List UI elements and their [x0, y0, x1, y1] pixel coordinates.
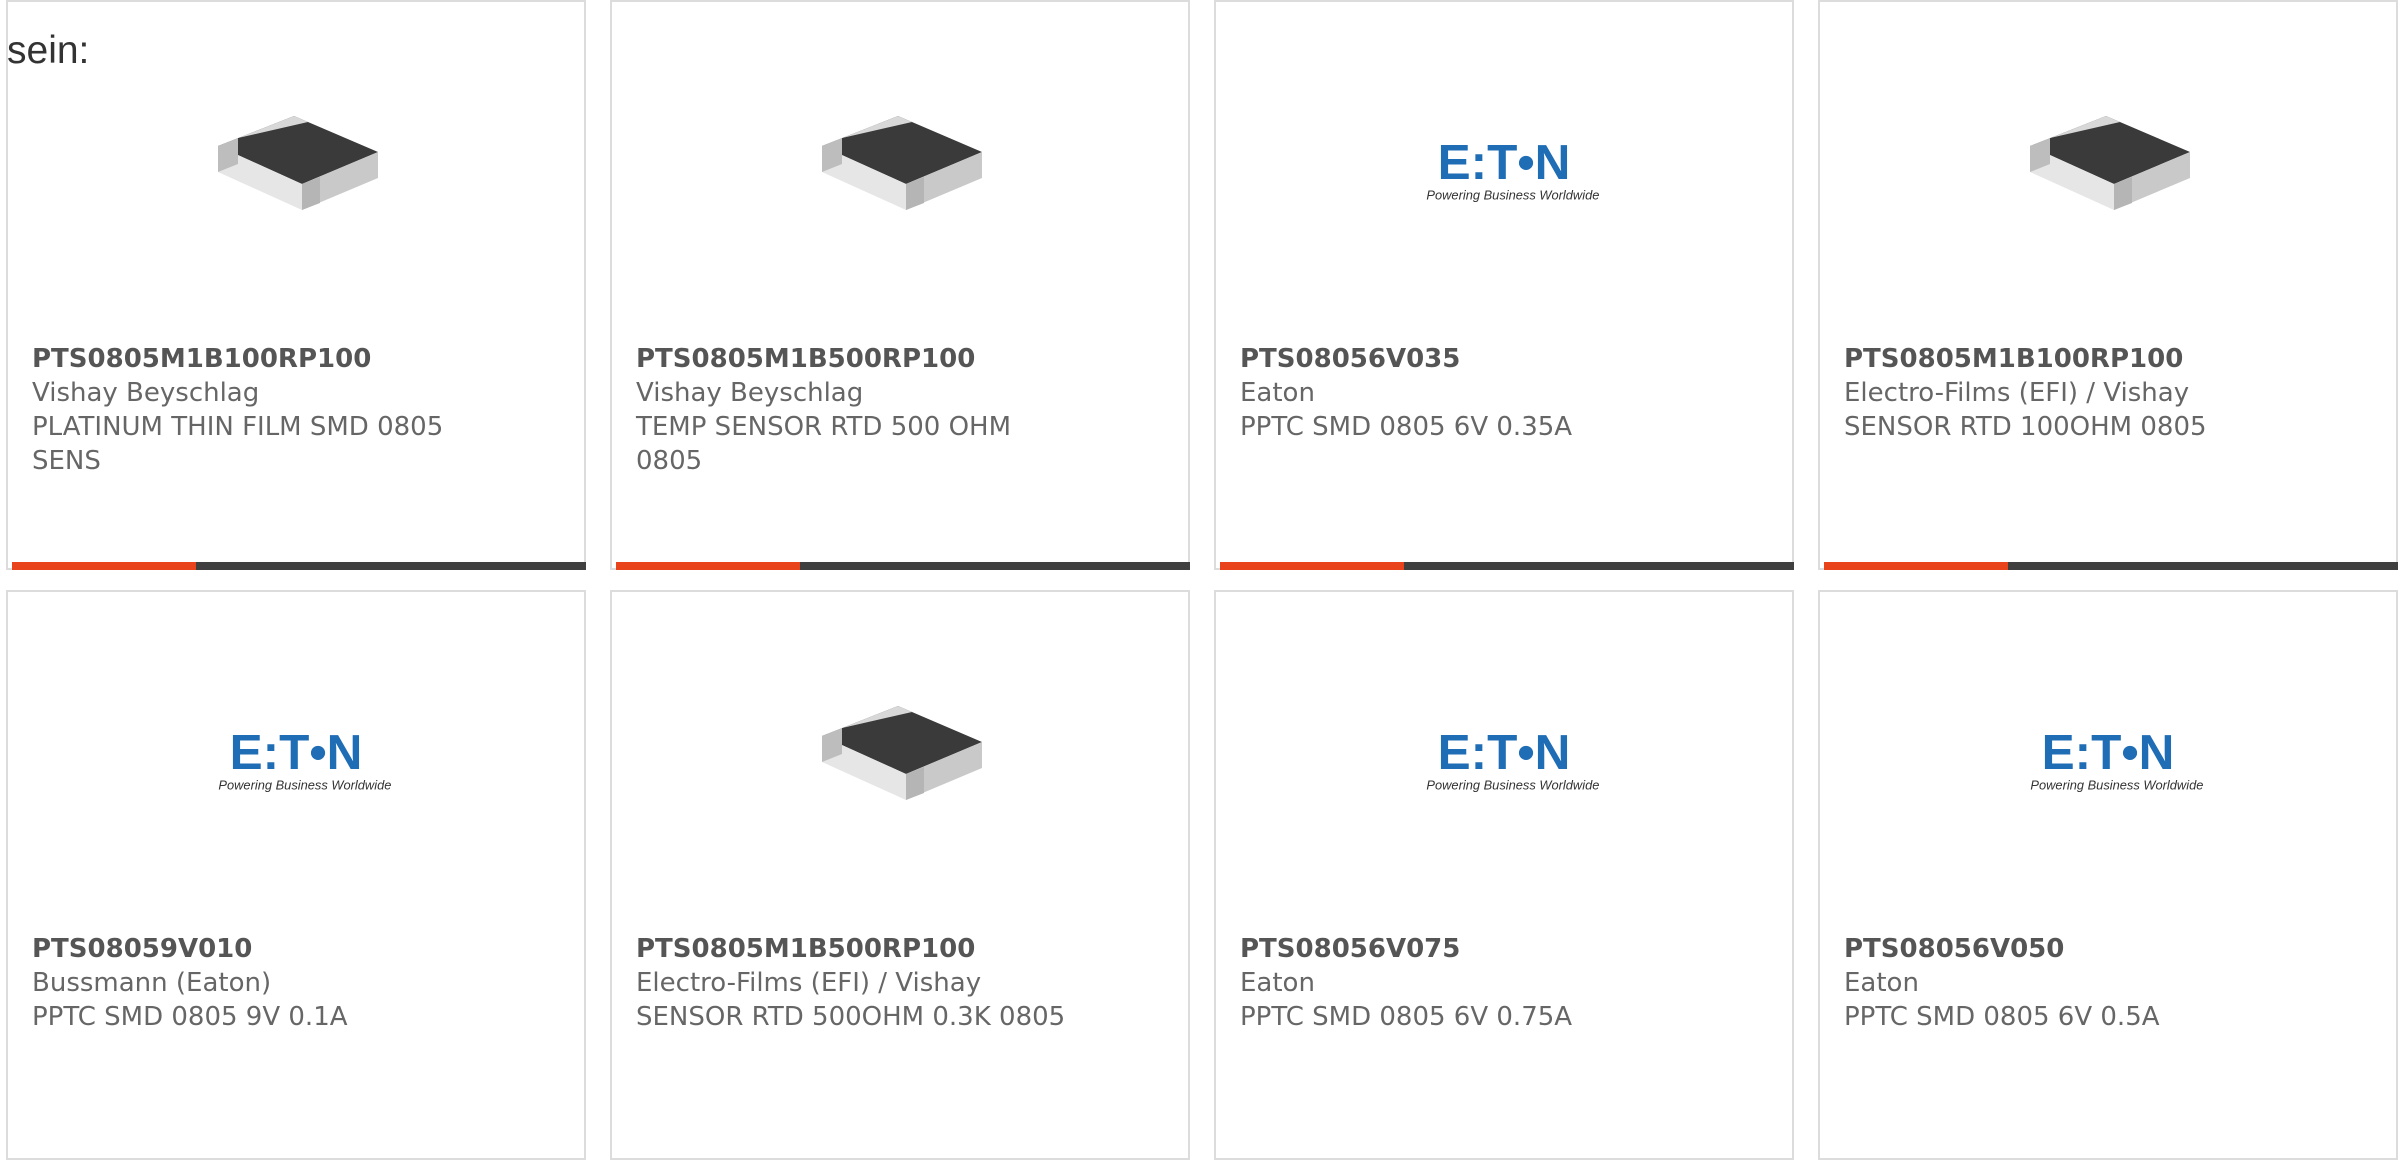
progress-fill	[1220, 562, 1404, 570]
product-image[interactable]: E:T•N Powering Business Worldwide	[2008, 664, 2208, 864]
intro-text: sein:	[7, 29, 90, 72]
product-image[interactable]: E:T•N Powering Business Worldwide	[1404, 664, 1604, 864]
eaton-logo: E:T•N Powering Business Worldwide	[1426, 729, 1599, 793]
part-number[interactable]: PTS0805M1B100RP100	[1844, 342, 2274, 376]
eaton-logo: E:T•N Powering Business Worldwide	[2030, 729, 2203, 793]
product-card[interactable]: E:T•N Powering Business Worldwide PTS080…	[1214, 590, 1794, 1160]
description: PPTC SMD 0805 6V 0.5A	[1844, 1002, 2160, 1032]
description: SENSOR RTD 100OHM 0805	[1844, 412, 2207, 442]
description: PPTC SMD 0805 6V 0.35A	[1240, 412, 1573, 442]
description: SENSOR RTD 500OHM 0.3K 0805	[636, 1002, 1066, 1032]
product-image[interactable]	[800, 74, 1000, 274]
manufacturer: Eaton	[1844, 968, 1919, 998]
description: PPTC SMD 0805 9V 0.1A	[32, 1002, 348, 1032]
smd-chip-resistor-image	[822, 116, 982, 210]
product-card[interactable]: PTS0805M1B100RP100 Vishay Beyschlag PLAT…	[6, 0, 586, 570]
part-number[interactable]: PTS0805M1B100RP100	[32, 342, 462, 376]
logo-tagline: Powering Business Worldwide	[1426, 188, 1599, 203]
manufacturer: Vishay Beyschlag	[32, 378, 260, 408]
progress-bar	[1220, 562, 1794, 570]
manufacturer: Bussmann (Eaton)	[32, 968, 272, 998]
product-card[interactable]: PTS0805M1B500RP100 Electro-Films (EFI) /…	[610, 590, 1190, 1160]
manufacturer: Eaton	[1240, 968, 1315, 998]
part-number[interactable]: PTS08056V075	[1240, 932, 1670, 966]
progress-bar	[616, 562, 1190, 570]
manufacturer: Electro-Films (EFI) / Vishay	[1844, 378, 2190, 408]
logo-tagline: Powering Business Worldwide	[2030, 778, 2203, 793]
progress-bar	[1824, 562, 2398, 570]
smd-chip-resistor-image	[2030, 116, 2190, 210]
manufacturer: Electro-Films (EFI) / Vishay	[636, 968, 982, 998]
logo-tagline: Powering Business Worldwide	[1426, 778, 1599, 793]
progress-fill	[12, 562, 196, 570]
eaton-logo: E:T•N Powering Business Worldwide	[1426, 139, 1599, 203]
part-number[interactable]: PTS08059V010	[32, 932, 462, 966]
product-card[interactable]: PTS0805M1B100RP100 Electro-Films (EFI) /…	[1818, 0, 2398, 570]
part-number[interactable]: PTS08056V035	[1240, 342, 1670, 376]
product-card[interactable]: E:T•N Powering Business Worldwide PTS080…	[6, 590, 586, 1160]
manufacturer: Eaton	[1240, 378, 1315, 408]
description: PPTC SMD 0805 6V 0.75A	[1240, 1002, 1573, 1032]
svg-text:E:T•N: E:T•N	[230, 729, 363, 780]
part-number[interactable]: PTS0805M1B500RP100	[636, 342, 1066, 376]
smd-chip-resistor-image	[218, 116, 378, 210]
product-image[interactable]	[196, 74, 396, 274]
svg-text:E:T•N: E:T•N	[2042, 729, 2175, 780]
progress-fill	[616, 562, 800, 570]
manufacturer: Vishay Beyschlag	[636, 378, 864, 408]
part-number[interactable]: PTS08056V050	[1844, 932, 2274, 966]
product-card[interactable]: E:T•N Powering Business Worldwide PTS080…	[1818, 590, 2398, 1160]
logo-tagline: Powering Business Worldwide	[218, 778, 391, 793]
product-card[interactable]: E:T•N Powering Business Worldwide PTS080…	[1214, 0, 1794, 570]
eaton-logo: E:T•N Powering Business Worldwide	[218, 729, 391, 793]
product-image[interactable]	[800, 664, 1000, 864]
description: PLATINUM THIN FILM SMD 0805 SENS	[32, 412, 444, 476]
smd-chip-resistor-image	[822, 706, 982, 800]
svg-text:E:T•N: E:T•N	[1438, 139, 1571, 190]
product-image[interactable]: E:T•N Powering Business Worldwide	[196, 664, 396, 864]
part-number[interactable]: PTS0805M1B500RP100	[636, 932, 1066, 966]
product-image[interactable]: E:T•N Powering Business Worldwide	[1404, 74, 1604, 274]
svg-text:E:T•N: E:T•N	[1438, 729, 1571, 780]
progress-bar	[12, 562, 586, 570]
product-card[interactable]: PTS0805M1B500RP100 Vishay Beyschlag TEMP…	[610, 0, 1190, 570]
product-image[interactable]	[2008, 74, 2208, 274]
description: TEMP SENSOR RTD 500 OHM 0805	[636, 412, 1012, 476]
progress-fill	[1824, 562, 2008, 570]
